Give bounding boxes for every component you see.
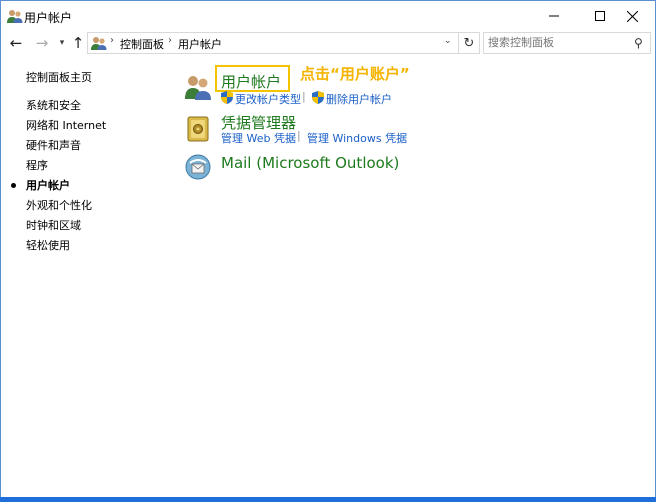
vault-icon[interactable]	[184, 115, 212, 143]
address-dropdown-icon[interactable]: ⌄	[444, 36, 452, 46]
chevron-down-icon: ▾	[59, 38, 65, 48]
recent-locations-button[interactable]: ▾	[55, 31, 69, 55]
search-input[interactable]	[488, 35, 628, 50]
taskbar-edge	[0, 497, 656, 502]
up-button[interactable]: ↑	[69, 31, 87, 55]
link-separator: |	[297, 129, 301, 142]
sidebar-item-hardware-sound[interactable]: 硬件和声音	[26, 137, 81, 153]
window-title: 用户帐户	[24, 11, 73, 25]
refresh-button[interactable]: ↻	[458, 32, 480, 54]
minimize-button[interactable]	[531, 1, 577, 31]
annotation-text: 点击“用户账户”	[300, 65, 410, 83]
maximize-icon	[595, 11, 605, 21]
forward-button[interactable]: →	[31, 31, 53, 55]
back-button[interactable]: ←	[5, 31, 27, 55]
users-icon	[7, 10, 23, 23]
users-icon	[91, 37, 107, 50]
mail-icon[interactable]	[184, 153, 212, 181]
control-panel-window: 用户帐户 ← → ▾ ↑ › 控制面板 › 用户帐户 ⌄ ↻ 搜索控制面板 ⚲ …	[0, 0, 656, 497]
manage-web-credentials-link[interactable]: 管理 Web 凭据	[221, 130, 296, 146]
breadcrumb-separator[interactable]: ›	[168, 35, 172, 46]
breadcrumb-control-panel[interactable]: 控制面板	[120, 36, 164, 52]
sidebar-home-link[interactable]: 控制面板主页	[26, 69, 92, 85]
sidebar-item-appearance[interactable]: 外观和个性化	[26, 197, 92, 213]
close-icon	[626, 10, 638, 22]
remove-user-accounts-link[interactable]: 删除用户帐户	[326, 91, 392, 107]
sidebar-item-programs[interactable]: 程序	[26, 157, 48, 173]
minimize-icon	[549, 15, 559, 17]
sidebar-item-network[interactable]: 网络和 Internet	[26, 117, 106, 133]
search-box[interactable]: ⚲	[483, 32, 651, 54]
address-bar[interactable]: › 控制面板 › 用户帐户 ⌄	[87, 32, 459, 54]
active-bullet	[11, 183, 16, 188]
arrow-up-icon: ↑	[71, 34, 85, 52]
change-account-type-link[interactable]: 更改帐户类型	[235, 91, 301, 107]
arrow-left-icon: ←	[9, 34, 23, 52]
arrow-right-icon: →	[35, 34, 49, 52]
title-bar: 用户帐户	[1, 1, 655, 31]
link-separator: |	[302, 90, 306, 103]
sidebar-item-ease-of-access[interactable]: 轻松使用	[26, 237, 70, 253]
navigation-bar: ← → ▾ ↑ › 控制面板 › 用户帐户 ⌄ ↻ ⚲	[1, 31, 655, 55]
highlight-box	[215, 65, 290, 92]
shield-icon	[221, 91, 233, 104]
close-button[interactable]	[609, 1, 655, 31]
manage-windows-credentials-link[interactable]: 管理 Windows 凭据	[307, 130, 407, 146]
sidebar-item-clock-region[interactable]: 时钟和区域	[26, 217, 81, 233]
breadcrumb-separator: ›	[110, 35, 114, 46]
category-mail-title[interactable]: Mail (Microsoft Outlook)	[221, 154, 399, 172]
sidebar-item-user-accounts[interactable]: 用户帐户	[26, 177, 70, 193]
search-icon[interactable]: ⚲	[634, 36, 643, 50]
shield-icon	[312, 91, 324, 104]
refresh-icon: ↻	[463, 35, 475, 51]
breadcrumb-user-accounts[interactable]: 用户帐户	[178, 36, 222, 52]
sidebar-item-system-security[interactable]: 系统和安全	[26, 97, 81, 113]
users-icon[interactable]	[184, 73, 212, 101]
